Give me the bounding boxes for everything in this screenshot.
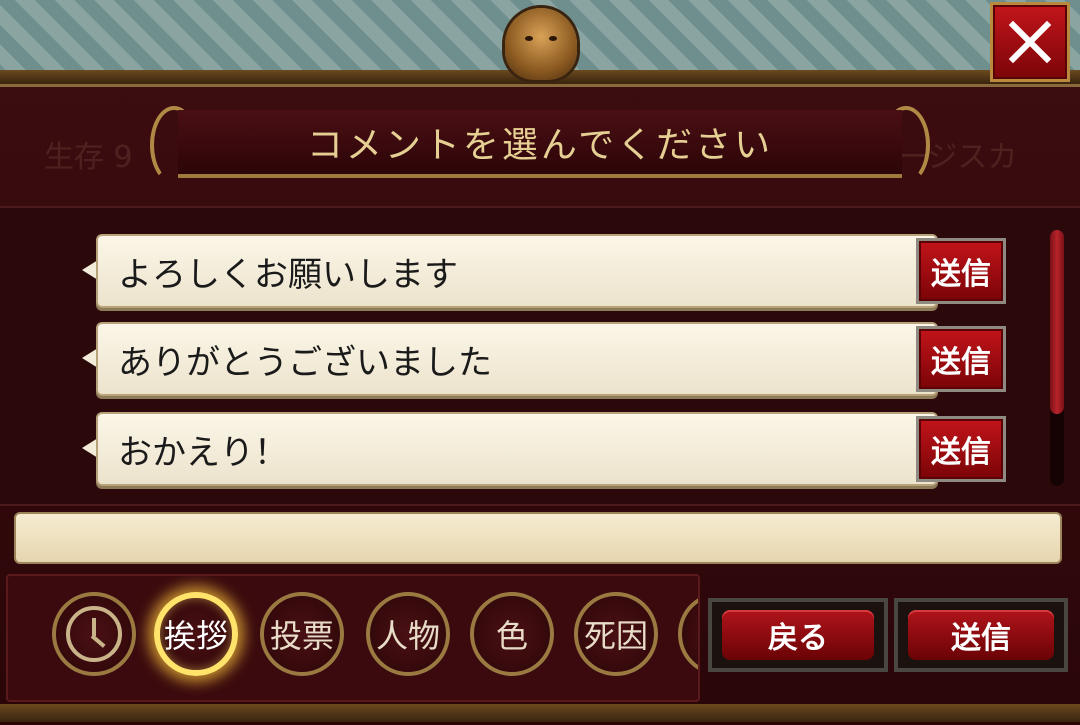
category-person-button[interactable]: 人物 <box>366 592 450 676</box>
list-item[interactable]: ありがとうございました 送信 <box>82 322 1012 400</box>
dialog-title: コメントを選んでください <box>306 125 774 166</box>
send-comment-button[interactable]: 送信 <box>916 238 1006 304</box>
comment-text[interactable]: おかえり！ <box>96 412 938 486</box>
bottom-trim <box>0 704 1080 722</box>
close-button[interactable] <box>990 2 1070 82</box>
comment-input-field[interactable] <box>14 512 1062 564</box>
category-greeting-button[interactable]: 挨拶 <box>154 592 238 676</box>
category-history-button[interactable] <box>52 592 136 676</box>
close-icon <box>1008 20 1052 64</box>
category-color-button[interactable]: 色 <box>470 592 554 676</box>
send-button[interactable]: 送信 <box>894 598 1068 672</box>
category-bar: 挨拶 投票 人物 色 死因 役 <box>6 574 700 702</box>
scrollbar-thumb[interactable] <box>1050 230 1064 414</box>
background-ghost-left: 生存 9 <box>44 140 133 175</box>
send-comment-button[interactable]: 送信 <box>916 416 1006 482</box>
title-plate: コメントを選んでください <box>150 106 930 188</box>
comment-list[interactable]: よろしくお願いします 送信 ありがとうございました 送信 おかえり！ 送信 <box>0 206 1080 506</box>
list-scrollbar[interactable] <box>1050 230 1064 486</box>
category-cause-of-death-button[interactable]: 死因 <box>574 592 658 676</box>
clock-icon <box>66 606 122 662</box>
back-button[interactable]: 戻る <box>708 598 888 672</box>
list-item[interactable]: よろしくお願いします 送信 <box>82 234 1012 312</box>
category-vote-button[interactable]: 投票 <box>260 592 344 676</box>
list-item[interactable]: おかえり！ 送信 <box>82 412 1012 490</box>
comment-text[interactable]: よろしくお願いします <box>96 234 938 308</box>
send-button-label: 送信 <box>908 610 1054 660</box>
back-button-label: 戻る <box>722 610 874 660</box>
send-comment-button[interactable]: 送信 <box>916 326 1006 392</box>
comment-text[interactable]: ありがとうございました <box>96 322 938 396</box>
wolf-emblem-icon <box>505 8 577 80</box>
category-role-button[interactable]: 役 <box>678 592 698 676</box>
